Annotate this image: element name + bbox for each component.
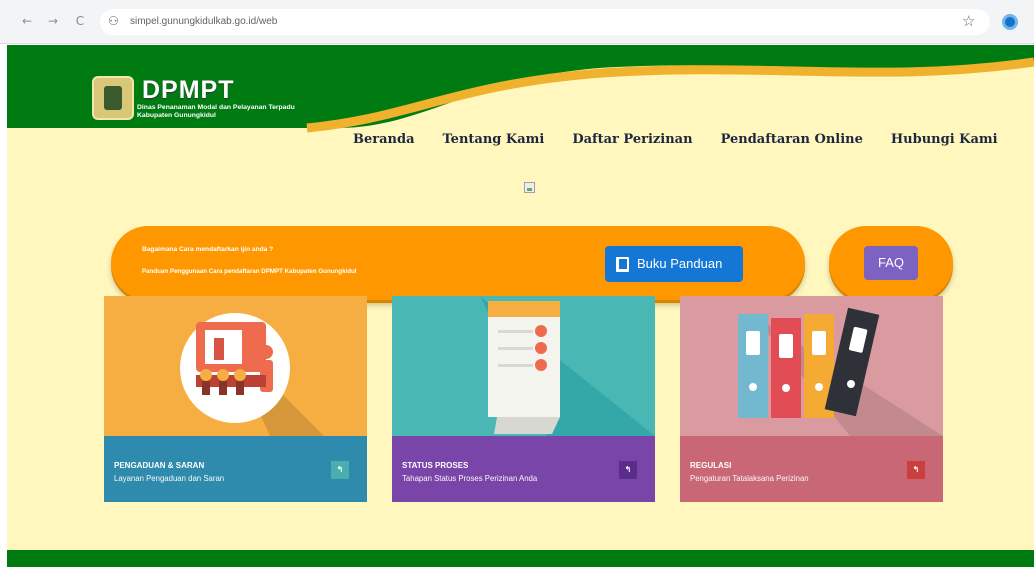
card-regulasi-art [680, 296, 943, 436]
logo-subtitle-line-1: Dinas Penanaman Modal dan Pelayanan Terp… [137, 104, 295, 111]
card-pengaduan-arrow-icon[interactable]: ↰ [331, 461, 349, 479]
nav-pendaftaran-online[interactable]: Pendaftaran Online [721, 132, 863, 147]
card-regulasi-arrow-icon[interactable]: ↰ [907, 461, 925, 479]
reload-icon[interactable]: C [73, 14, 87, 28]
nav-tentang-kami[interactable]: Tentang Kami [443, 132, 545, 147]
card-regulasi[interactable]: REGULASI Pengaturan Tatalaksana Perizina… [680, 296, 943, 502]
card-status-arrow-icon[interactable]: ↰ [619, 461, 637, 479]
card-status-art [392, 296, 655, 436]
nav-beranda[interactable]: Beranda [353, 132, 415, 147]
gunungkidul-logo [92, 76, 134, 120]
address-bar[interactable]: simpel.gunungkidulkab.go.id/web [100, 9, 990, 35]
card-pengaduan-saran[interactable]: PENGADUAN & SARAN Layanan Pengaduan dan … [104, 296, 367, 502]
presentation-illustration [180, 313, 324, 436]
card-status-title: STATUS PROSES [402, 461, 469, 470]
card-pengaduan-description: Layanan Pengaduan dan Saran [114, 474, 225, 483]
card-status-description: Tahapan Status Proses Perizinan Anda [402, 474, 538, 483]
broken-image-icon [524, 182, 535, 193]
back-arrow-icon[interactable]: ← [20, 14, 34, 28]
footer-strip [7, 550, 1034, 567]
forward-arrow-icon[interactable]: → [46, 14, 60, 28]
registration-guide-text: Panduan Penggunaan Cara pendaftaran DPMP… [142, 268, 357, 275]
registration-guide-panel: Bagaimana Cara mendaftarkan ijin anda ? … [111, 226, 805, 300]
registration-question: Bagaimana Cara mendaftarkan ijin anda ? [142, 246, 274, 253]
card-regulasi-footer: REGULASI Pengaturan Tatalaksana Perizina… [680, 436, 943, 502]
faq-panel: FAQ [829, 226, 953, 300]
browser-toolbar: ← → C simpel.gunungkidulkab.go.id/web ⚇ … [0, 0, 1034, 44]
logo-title[interactable]: DPMPT [142, 78, 235, 103]
binders-illustration [738, 307, 943, 436]
card-pengaduan-footer: PENGADUAN & SARAN Layanan Pengaduan dan … [104, 436, 367, 502]
main-navigation: Beranda Tentang Kami Daftar Perizinan Pe… [353, 132, 998, 147]
website-page: DPMPT Dinas Penanaman Modal dan Pelayana… [7, 45, 1034, 567]
card-status-proses[interactable]: STATUS PROSES Tahapan Status Proses Peri… [392, 296, 655, 502]
card-status-footer: STATUS PROSES Tahapan Status Proses Peri… [392, 436, 655, 502]
nav-hubungi-kami[interactable]: Hubungi Kami [891, 132, 998, 147]
card-pengaduan-art [104, 296, 367, 436]
profile-icon[interactable] [1002, 14, 1018, 30]
book-icon [616, 257, 629, 272]
checklist-illustration [480, 296, 655, 436]
card-regulasi-description: Pengaturan Tatalaksana Perizinan [690, 474, 809, 483]
logo-subtitle-line-2: Kabupaten Gunungkidul [137, 112, 216, 119]
buku-panduan-label: Buku Panduan [637, 256, 723, 271]
card-regulasi-title: REGULASI [690, 461, 732, 470]
bookmark-star-icon[interactable]: ☆ [962, 12, 975, 30]
card-pengaduan-title: PENGADUAN & SARAN [114, 461, 205, 470]
site-info-icon[interactable]: ⚇ [108, 14, 119, 28]
logo-subtitle: Dinas Penanaman Modal dan Pelayanan Terp… [137, 104, 295, 120]
buku-panduan-button[interactable]: Buku Panduan [605, 246, 743, 282]
faq-button[interactable]: FAQ [864, 246, 918, 280]
nav-daftar-perizinan[interactable]: Daftar Perizinan [572, 132, 692, 147]
